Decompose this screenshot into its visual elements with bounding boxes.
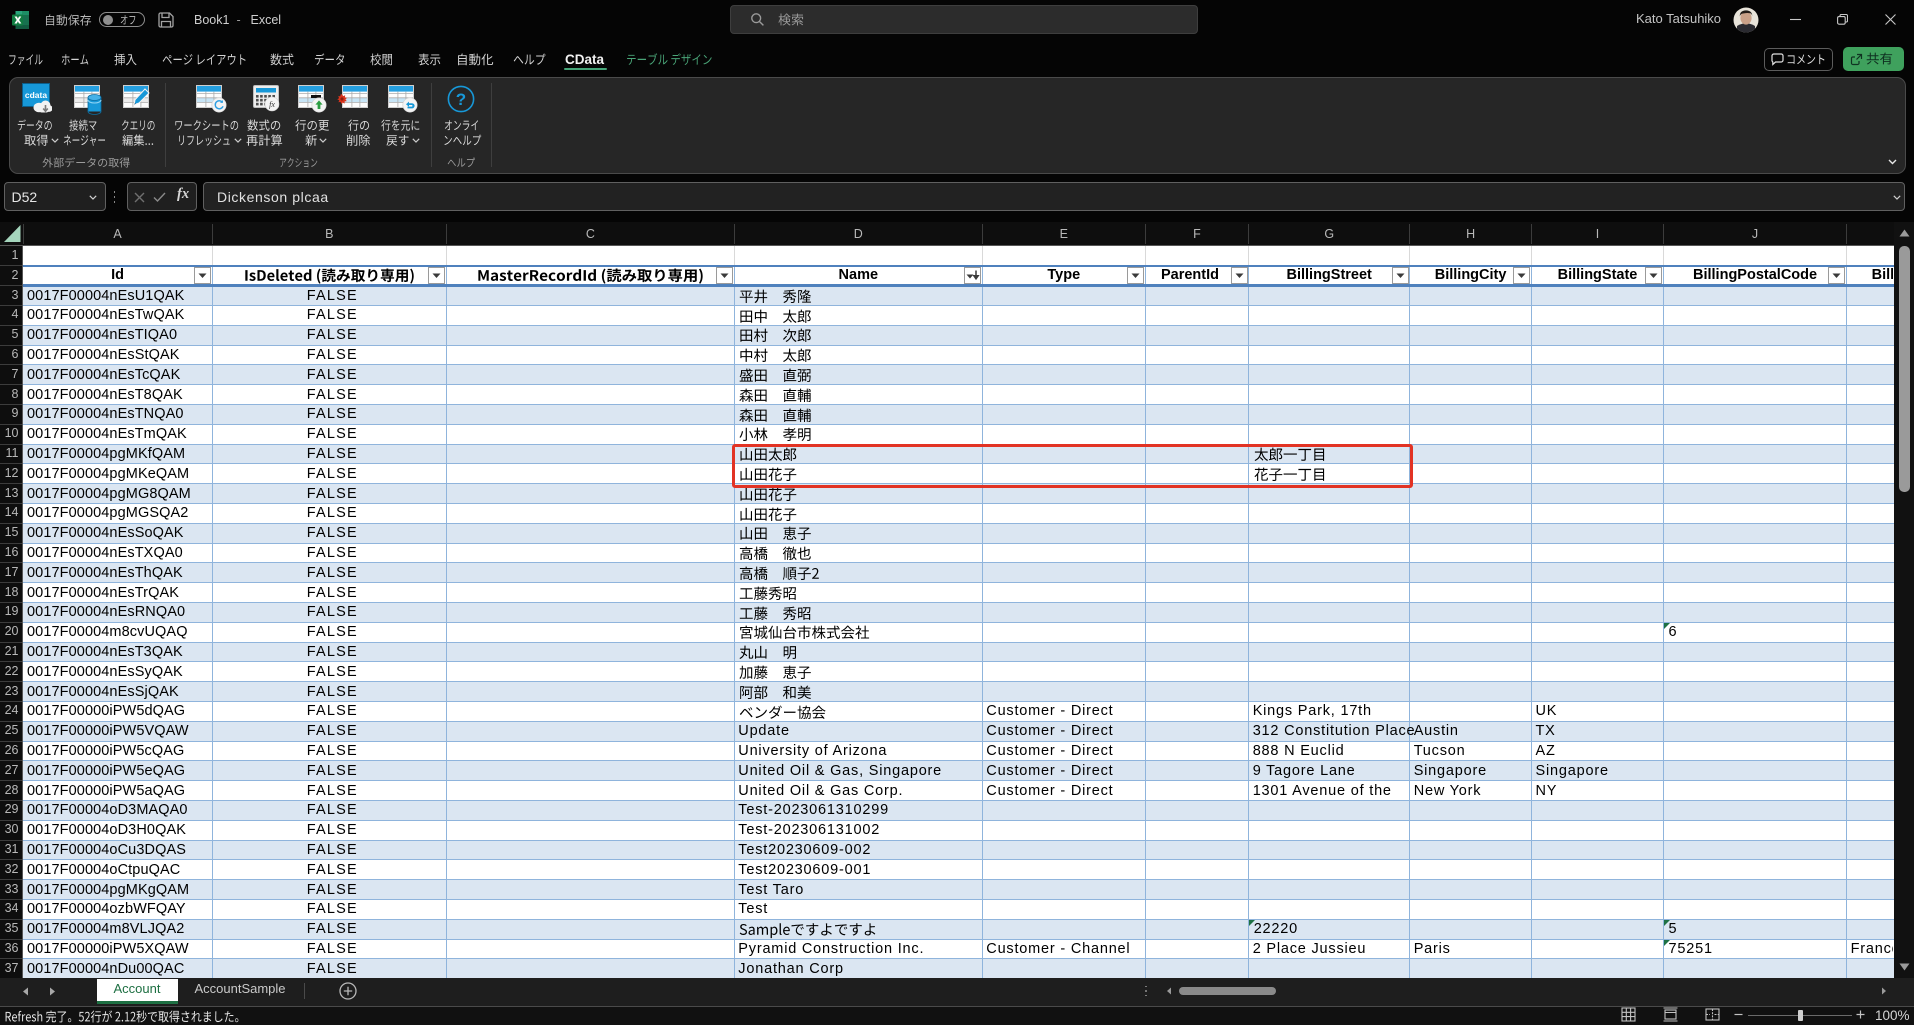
svg-text:?: ? xyxy=(456,90,466,109)
svg-text:cdata: cdata xyxy=(25,90,47,100)
svg-text:fx: fx xyxy=(269,100,275,109)
